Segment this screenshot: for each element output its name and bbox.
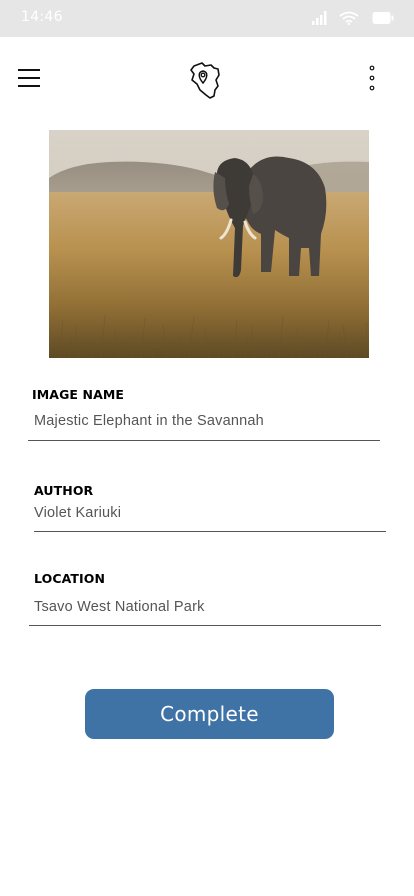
elephant-savannah-photo [49, 130, 369, 358]
image-name-input[interactable]: Majestic Elephant in the Savannah [34, 413, 264, 429]
signal-icon [312, 10, 328, 29]
kenya-map-pin-icon [188, 60, 224, 100]
wifi-icon [339, 10, 359, 29]
more-vertical-icon [369, 65, 375, 91]
location-label: LOCATION [34, 571, 106, 586]
image-name-underline [28, 440, 380, 441]
location-input[interactable]: Tsavo West National Park [34, 599, 205, 615]
image-name-label: IMAGE NAME [32, 387, 125, 402]
hamburger-menu-icon [18, 69, 40, 71]
menu-button[interactable] [18, 67, 42, 89]
more-options-button[interactable] [362, 64, 382, 92]
battery-icon [372, 10, 394, 29]
status-time: 14:46 [21, 9, 63, 25]
complete-button[interactable]: Complete [85, 689, 334, 739]
author-input[interactable]: Violet Kariuki [34, 505, 121, 521]
status-bar: 14:46 [0, 0, 414, 37]
author-underline [34, 531, 386, 532]
author-label: AUTHOR [34, 483, 94, 498]
location-underline [29, 625, 381, 626]
